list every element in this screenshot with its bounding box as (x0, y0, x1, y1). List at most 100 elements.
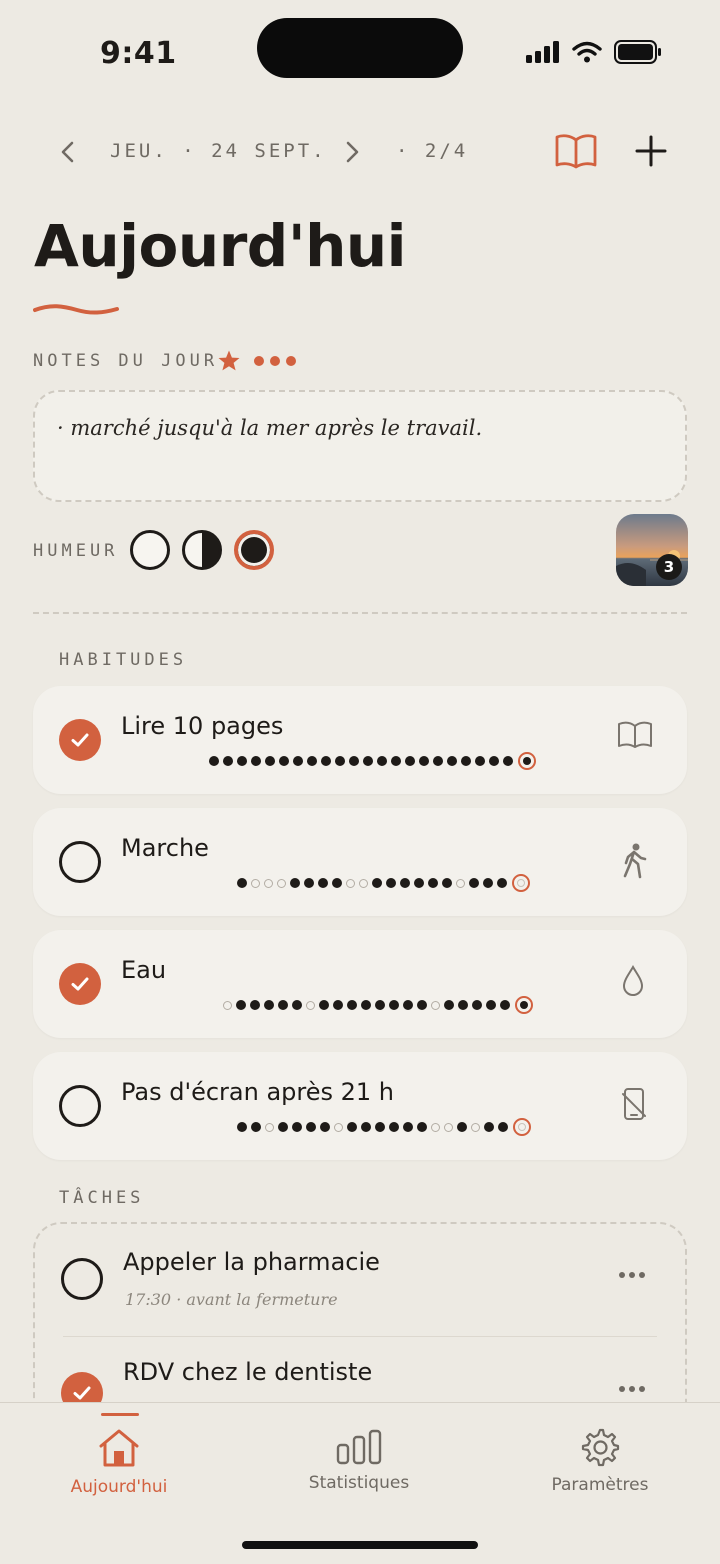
home-icon (99, 1429, 139, 1467)
status-time: 9:41 (100, 36, 177, 71)
history-dot-done (361, 1122, 371, 1132)
tab-bar: Aujourd'hui Statistiques Paramètres (0, 1402, 720, 1564)
habit-name: Marche (121, 834, 209, 862)
history-dot-missed (346, 878, 355, 888)
history-dot-done (292, 1122, 302, 1132)
history-dot-done (251, 756, 261, 766)
photo-thumbnail[interactable]: 3 (616, 514, 688, 586)
history-dot-done (306, 1122, 316, 1132)
history-dot-done (372, 878, 382, 888)
cellular-signal-icon (526, 41, 559, 63)
book-icon (618, 721, 652, 748)
mood-option-half[interactable] (182, 530, 222, 570)
history-dot-done (375, 1000, 385, 1010)
history-dot-missed (277, 878, 286, 888)
history-dot-done (442, 878, 452, 888)
history-dot-done (347, 1122, 357, 1132)
history-dot-done (461, 756, 471, 766)
habit-checkbox-unchecked[interactable] (59, 1085, 101, 1127)
mood-label: HUMEUR (33, 541, 119, 561)
habit-card-water[interactable]: Eau (33, 930, 687, 1038)
history-dot-done (457, 1122, 467, 1132)
notes-text-field[interactable]: · marché jusqu'à la mer après le travail… (33, 390, 687, 502)
history-dot-done (472, 1000, 482, 1010)
history-dot-done (486, 1000, 496, 1010)
history-dot-today (513, 1118, 531, 1136)
history-dot-done (347, 1000, 357, 1010)
history-dot-today (512, 874, 530, 892)
water-drop-icon (622, 964, 644, 996)
history-dot-done (484, 1122, 494, 1132)
tab-today[interactable]: Aujourd'hui (19, 1403, 219, 1497)
habit-card-read[interactable]: Lire 10 pages (33, 686, 687, 794)
history-dot-done (377, 756, 387, 766)
more-options-icon[interactable] (619, 1386, 645, 1392)
task-item[interactable]: Appeler la pharmacie 17:30 · avant la fe… (35, 1224, 685, 1337)
history-dot-done (332, 878, 342, 888)
day-progress-count: · 2/4 (396, 140, 469, 162)
mood-option-full[interactable] (234, 530, 274, 570)
history-dot-done (290, 878, 300, 888)
chevron-right-icon[interactable] (342, 136, 362, 168)
history-dot-done (237, 1122, 247, 1132)
mood-option-empty[interactable] (130, 530, 170, 570)
gear-icon (581, 1428, 620, 1467)
tab-statistics[interactable]: Statistiques (259, 1403, 459, 1493)
history-dot-done (403, 1000, 413, 1010)
chevron-left-icon[interactable] (58, 136, 78, 168)
history-dot-done (483, 878, 493, 888)
star-icon[interactable] (217, 349, 241, 373)
history-dot-done (503, 756, 513, 766)
battery-icon (614, 40, 661, 64)
task-name: RDV chez le dentiste (123, 1358, 373, 1386)
walk-icon (623, 843, 647, 879)
habit-card-no-screen[interactable]: Pas d'écran après 21 h (33, 1052, 687, 1160)
history-dot-done (417, 1122, 427, 1132)
habit-name: Pas d'écran après 21 h (121, 1078, 394, 1106)
history-dot-done (405, 756, 415, 766)
history-dot-done (458, 1000, 468, 1010)
tab-settings[interactable]: Paramètres (500, 1403, 700, 1495)
task-checkbox-unchecked[interactable] (61, 1258, 103, 1300)
mood-selector (130, 530, 274, 570)
wifi-icon (572, 41, 602, 63)
tab-label: Paramètres (551, 1475, 649, 1495)
habit-checkbox-checked[interactable] (59, 719, 101, 761)
history-dot-done (278, 1122, 288, 1132)
history-dot-done (414, 878, 424, 888)
plus-icon[interactable] (634, 134, 668, 168)
history-dot-done (403, 1122, 413, 1132)
habits-label: HABITUDES (59, 650, 188, 670)
history-dot-missed (431, 1000, 440, 1010)
no-phone-icon (622, 1088, 646, 1120)
history-dot-done (469, 878, 479, 888)
habit-card-walk[interactable]: Marche (33, 808, 687, 916)
notes-more-icon[interactable] (254, 356, 296, 366)
habit-history-dots (237, 874, 530, 892)
habit-checkbox-unchecked[interactable] (59, 841, 101, 883)
history-dot-done (335, 756, 345, 766)
history-dot-done (265, 756, 275, 766)
history-dot-done (319, 1000, 329, 1010)
history-dot-done (428, 878, 438, 888)
checkmark-icon (71, 977, 89, 991)
habit-history-dots (209, 752, 536, 770)
more-options-icon[interactable] (619, 1272, 645, 1278)
history-dot-done (400, 878, 410, 888)
history-dot-missed (251, 878, 260, 888)
notes-label: NOTES DU JOUR (33, 351, 219, 371)
book-icon[interactable] (554, 132, 598, 170)
history-dot-done (361, 1000, 371, 1010)
habit-checkbox-checked[interactable] (59, 963, 101, 1005)
history-dot-missed (359, 878, 368, 888)
bar-chart-icon (336, 1429, 382, 1465)
history-dot-done (500, 1000, 510, 1010)
history-dot-done (375, 1122, 385, 1132)
active-tab-indicator (101, 1413, 139, 1416)
history-dot-done (307, 756, 317, 766)
history-dot-missed (444, 1122, 453, 1132)
history-dot-done (389, 1000, 399, 1010)
task-name: Appeler la pharmacie (123, 1248, 380, 1276)
history-dot-done (349, 756, 359, 766)
history-dot-done (433, 756, 443, 766)
